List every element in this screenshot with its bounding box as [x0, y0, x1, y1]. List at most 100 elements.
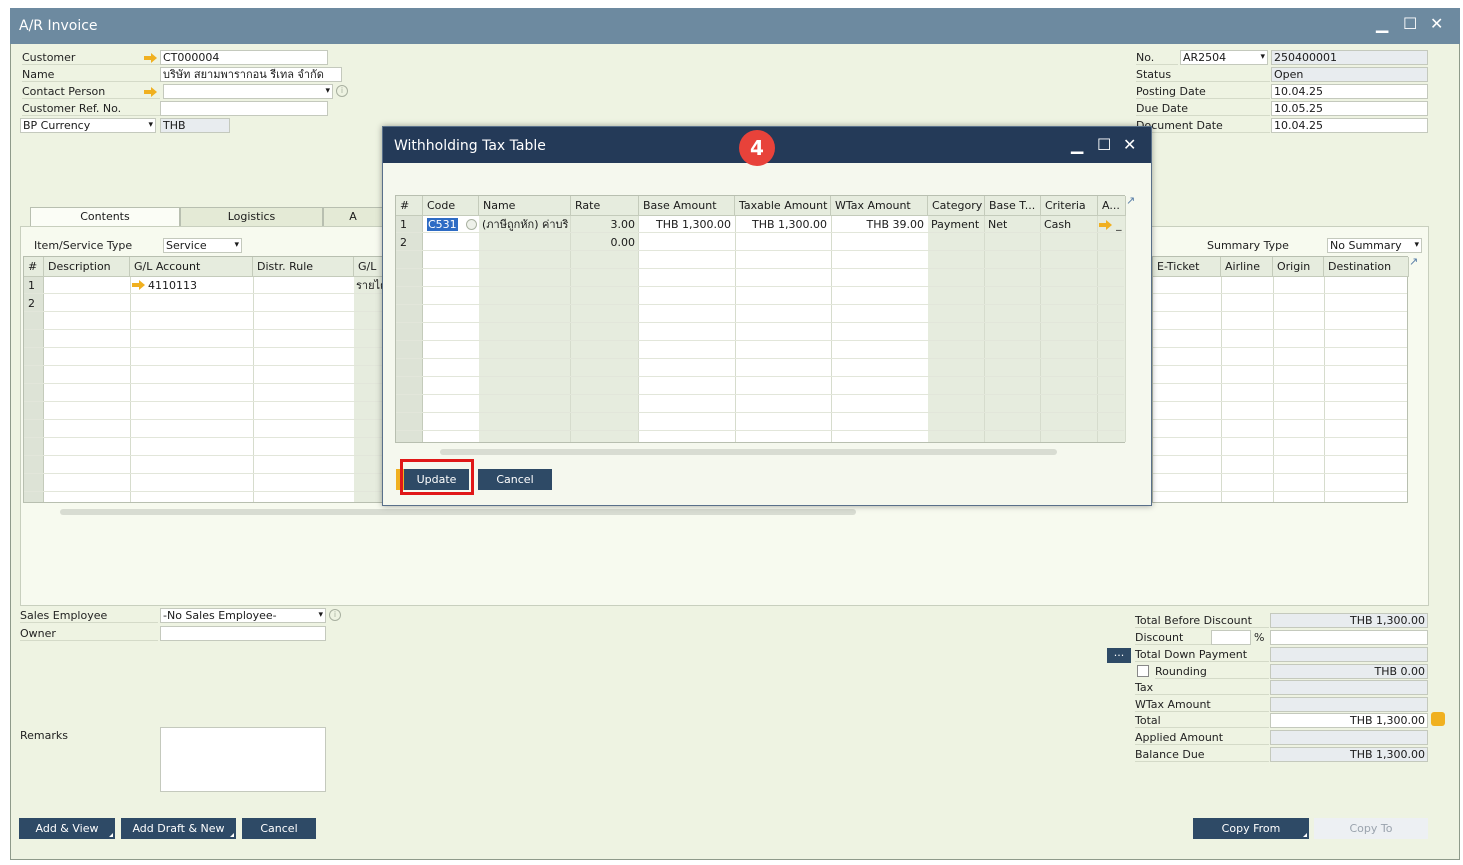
horizontal-scrollbar[interactable]	[60, 509, 856, 515]
table-row	[24, 313, 382, 330]
rounding-checkbox[interactable]	[1137, 665, 1149, 677]
remarks-textarea[interactable]	[160, 727, 326, 792]
bp-currency-select[interactable]: BP Currency	[20, 118, 156, 133]
expand-icon[interactable]: ↗	[1126, 194, 1135, 207]
owner-field[interactable]	[160, 626, 326, 641]
tab-contents[interactable]: Contents	[30, 207, 180, 227]
info-icon[interactable]: i	[329, 609, 341, 621]
cancel-button[interactable]: Cancel	[242, 818, 316, 839]
window-titlebar: A/R Invoice ▁ ☐ ✕	[10, 8, 1460, 44]
due-date-field[interactable]: 10.05.25	[1271, 101, 1428, 116]
col-header-taxable-amount[interactable]: Taxable Amount	[735, 196, 831, 216]
code-cell[interactable]: C531	[427, 218, 458, 231]
col-header-distr-rule[interactable]: Distr. Rule	[253, 257, 354, 277]
col-header-name[interactable]: Name	[479, 196, 571, 216]
total-before-discount-label: Total Before Discount	[1135, 614, 1269, 628]
sales-employee-select[interactable]: -No Sales Employee-	[160, 608, 326, 623]
rate-cell[interactable]: 0.00	[571, 234, 636, 251]
close-icon[interactable]: ✕	[1123, 135, 1136, 154]
col-header-origin[interactable]: Origin	[1273, 257, 1324, 277]
table-row	[1153, 457, 1407, 474]
lookup-icon[interactable]	[466, 219, 477, 230]
col-header-base-type[interactable]: Base T...	[985, 196, 1041, 216]
copy-from-button[interactable]: Copy From	[1193, 818, 1309, 839]
col-header-description[interactable]: Description	[44, 257, 130, 277]
row-number: 1	[400, 218, 407, 231]
maximize-icon[interactable]: ☐	[1097, 135, 1111, 154]
tab-logistics[interactable]: Logistics	[180, 207, 323, 227]
gl-account-cell[interactable]: 4110113	[148, 277, 197, 294]
customer-field[interactable]: CT000004	[160, 50, 328, 65]
table-row[interactable]: 1 C531 (ภาษีถูกหัก) ค่าบริ 3.00 THB 1,30…	[396, 216, 1124, 233]
col-header-code[interactable]: Code	[423, 196, 479, 216]
col-header-gl-name[interactable]: G/L	[354, 257, 384, 277]
table-row	[396, 414, 1124, 431]
wtax-amount-cell[interactable]: THB 39.00	[831, 216, 924, 233]
maximize-icon[interactable]: ☐	[1403, 14, 1417, 33]
add-draft-new-button[interactable]: Add Draft & New	[121, 818, 236, 839]
expand-icon[interactable]: ↗	[1409, 255, 1418, 268]
col-header-wtax-amount[interactable]: WTax Amount	[831, 196, 928, 216]
dialog-horizontal-scrollbar[interactable]	[440, 449, 1057, 455]
link-arrow-icon[interactable]	[144, 87, 158, 97]
col-header-base-amount[interactable]: Base Amount	[639, 196, 735, 216]
dialog-cancel-button[interactable]: Cancel	[478, 469, 552, 490]
summary-type-select[interactable]: No Summary	[1327, 238, 1422, 253]
discount-percent-field[interactable]	[1211, 630, 1251, 645]
table-row	[24, 367, 382, 384]
minimize-icon[interactable]: ▁	[1376, 14, 1388, 33]
customer-ref-field[interactable]	[160, 101, 328, 116]
posting-date-field[interactable]: 10.04.25	[1271, 84, 1428, 99]
document-date-field[interactable]: 10.04.25	[1271, 118, 1428, 133]
table-row	[396, 324, 1124, 341]
name-cell: (ภาษีถูกหัก) ค่าบริ	[482, 218, 569, 231]
contact-person-select[interactable]	[163, 84, 333, 99]
table-row	[1153, 421, 1407, 438]
close-icon[interactable]: ✕	[1430, 14, 1443, 33]
name-field[interactable]: บริษัท สยามพารากอน รีเทล จำกัด	[160, 67, 342, 82]
taxable-amount-cell[interactable]: THB 1,300.00	[735, 216, 827, 233]
col-header-num: #	[396, 196, 423, 216]
tab-accounting[interactable]: A	[323, 207, 383, 227]
account-cell: _	[1116, 218, 1122, 231]
col-header-destination[interactable]: Destination	[1324, 257, 1409, 277]
link-arrow-icon[interactable]	[1099, 220, 1113, 230]
table-row	[1153, 439, 1407, 456]
sales-employee-label: Sales Employee	[20, 609, 158, 623]
col-header-rate[interactable]: Rate	[571, 196, 639, 216]
table-row	[396, 360, 1124, 377]
contents-grid: # Description G/L Account Distr. Rule G/…	[23, 256, 384, 503]
table-row[interactable]: 2	[24, 295, 382, 312]
table-row	[24, 475, 382, 492]
table-row	[1153, 331, 1407, 348]
link-arrow-icon[interactable]	[132, 280, 146, 290]
series-select[interactable]: AR2504	[1180, 50, 1268, 65]
link-arrow-icon[interactable]	[144, 53, 158, 63]
row-number: 2	[28, 297, 35, 310]
table-row[interactable]: 2 0.00	[396, 234, 1124, 251]
add-view-button[interactable]: Add & View	[19, 818, 115, 839]
item-type-label: Item/Service Type	[34, 239, 133, 252]
base-amount-cell[interactable]: THB 1,300.00	[639, 216, 731, 233]
item-type-select[interactable]: Service	[163, 238, 242, 253]
contact-person-label: Contact Person	[22, 85, 160, 99]
col-header-criteria[interactable]: Criteria	[1041, 196, 1098, 216]
rate-cell[interactable]: 3.00	[571, 216, 636, 233]
discount-amount-field[interactable]	[1270, 630, 1428, 645]
info-icon[interactable]: i	[336, 85, 348, 97]
col-header-account[interactable]: A...	[1098, 196, 1126, 216]
rounding-field: THB 0.00	[1270, 664, 1428, 679]
col-header-e-ticket[interactable]: E-Ticket	[1153, 257, 1221, 277]
payment-icon[interactable]	[1431, 712, 1445, 726]
table-row	[24, 349, 382, 366]
more-options-button[interactable]: ...	[1107, 647, 1131, 663]
col-header-num: #	[24, 257, 44, 277]
minimize-icon[interactable]: ▁	[1071, 135, 1083, 154]
table-row[interactable]: 1 4110113 รายได	[24, 277, 384, 294]
col-header-gl-account[interactable]: G/L Account	[130, 257, 253, 277]
col-header-category[interactable]: Category	[928, 196, 985, 216]
col-header-airline[interactable]: Airline	[1221, 257, 1273, 277]
owner-label: Owner	[20, 627, 158, 641]
wtax-grid: # Code Name Rate Base Amount Taxable Amo…	[395, 195, 1126, 443]
total-before-discount-field: THB 1,300.00	[1270, 613, 1428, 628]
